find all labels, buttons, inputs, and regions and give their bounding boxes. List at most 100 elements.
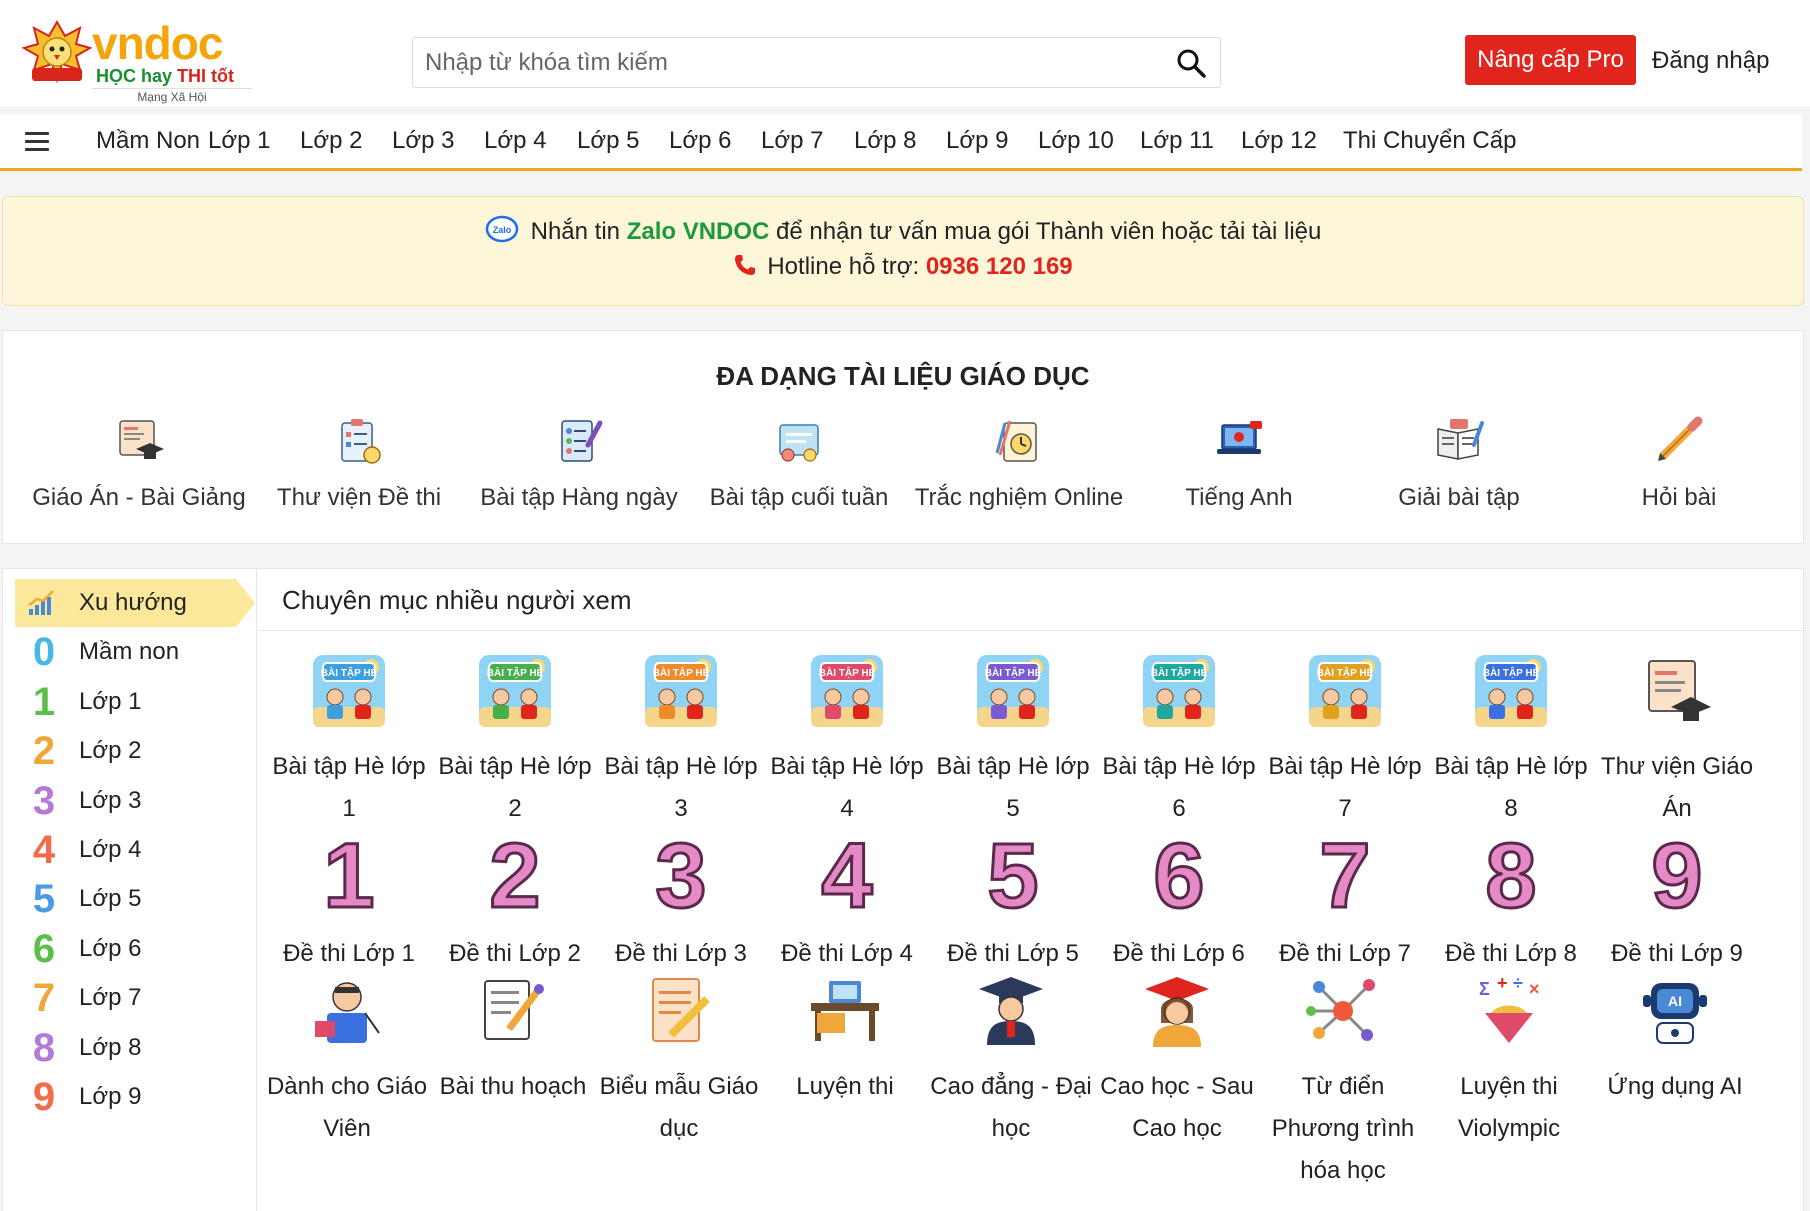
tile-label: Dành cho Giáo Viên — [266, 1073, 428, 1142]
sidebar-item-5[interactable]: 5 Lớp 5 — [15, 875, 255, 923]
tile-label: Bài tập Hè lớp 7 — [1268, 753, 1422, 822]
nav-item-13[interactable]: Lớp 12 — [1241, 127, 1317, 155]
sidebar-item-8[interactable]: 8 Lớp 8 — [15, 1024, 255, 1072]
nav-item-14[interactable]: Thi Chuyển Cấp — [1343, 127, 1516, 155]
summer-exercise-icon: BÀI TẬP HÈ — [977, 655, 1049, 727]
site-header: vndoc HỌC hay THI tốt Mạng Xã Hội Nâng c… — [0, 0, 1810, 106]
exam-grade-2[interactable]: 2 Đề thi Lớp 2 — [432, 829, 598, 975]
nav-item-1[interactable]: Mầm Non — [96, 127, 200, 155]
hotline-label: Hotline hỗ trợ: — [767, 253, 926, 280]
sidebar-item-3[interactable]: 3 Lớp 3 — [15, 777, 255, 825]
sidebar-item-4[interactable]: 4 Lớp 4 — [15, 826, 255, 874]
sidebar-item-1[interactable]: 1 Lớp 1 — [15, 678, 255, 726]
exam-grade-8[interactable]: 8 Đề thi Lớp 8 — [1428, 829, 1594, 975]
tile-label: Luyện thi Violympic — [1457, 1073, 1561, 1142]
summer-exercise-grade-8[interactable]: BÀI TẬP HÈ Bài tập Hè lớp 8 — [1428, 653, 1594, 830]
graduate-girl-tile[interactable]: Cao học - Sau Cao học — [1094, 973, 1260, 1150]
zalo-notice: Zalo Nhắn tin Zalo VNDOC để nhận tư vấn … — [2, 196, 1804, 306]
summer-exercise-grade-4[interactable]: BÀI TẬP HÈ Bài tập Hè lớp 4 — [764, 653, 930, 830]
nav-item-6[interactable]: Lớp 5 — [577, 127, 639, 155]
exam-grade-1[interactable]: 1 Đề thi Lớp 1 — [266, 829, 432, 975]
teacher-tile[interactable]: Dành cho Giáo Viên — [264, 973, 430, 1150]
category-tieng-anh[interactable]: Tiếng Anh — [1129, 415, 1349, 512]
summer-exercise-grade-2[interactable]: BÀI TẬP HÈ Bài tập Hè lớp 2 — [432, 653, 598, 830]
sidebar-item-2[interactable]: 2 Lớp 2 — [15, 727, 255, 775]
category-hoi-bai[interactable]: Hỏi bài — [1569, 415, 1789, 512]
exam-grade-7[interactable]: 7 Đề thi Lớp 7 — [1262, 825, 1428, 975]
nav-item-10[interactable]: Lớp 9 — [946, 127, 1008, 155]
molecule-tile[interactable]: Từ điển Phương trình hóa học — [1260, 973, 1426, 1192]
summer-exercise-grade-5[interactable]: BÀI TẬP HÈ Bài tập Hè lớp 5 — [930, 653, 1096, 830]
nav-item-2[interactable]: Lớp 1 — [208, 127, 270, 155]
exam-grade-3[interactable]: 3 Đề thi Lớp 3 — [598, 829, 764, 975]
login-link[interactable]: Đăng nhập — [1652, 47, 1769, 75]
sidebar-item-7[interactable]: 7 Lớp 7 — [15, 974, 255, 1022]
logo-tagline-part2: THI tốt — [177, 66, 235, 86]
nav-item-12[interactable]: Lớp 11 — [1140, 127, 1214, 155]
category-label: Trắc nghiệm Online — [914, 484, 1124, 511]
category-giao-an[interactable]: Giáo Án - Bài Giảng — [29, 415, 249, 512]
nav-item-3[interactable]: Lớp 2 — [300, 127, 362, 155]
lesson-plan-icon — [119, 420, 164, 459]
ai-robot-tile[interactable]: AI Ứng dụng AI — [1592, 973, 1758, 1108]
nav-item-11[interactable]: Lớp 10 — [1038, 127, 1114, 155]
site-logo[interactable]: vndoc HỌC hay THI tốt Mạng Xã Hội — [22, 16, 252, 104]
nav-item-9[interactable]: Lớp 8 — [854, 127, 916, 155]
report-tile[interactable]: Bài thu hoạch — [430, 973, 596, 1108]
sidebar-item-trending[interactable]: Xu hướng — [15, 579, 255, 627]
sidebar-item-label: Lớp 6 — [79, 934, 142, 962]
sidebar-item-label: Lớp 4 — [79, 836, 142, 863]
grade-7-number-icon: 7 — [1318, 825, 1372, 927]
svg-text:÷: ÷ — [1513, 973, 1523, 993]
upgrade-pro-button[interactable]: Nâng cấp Pro — [1465, 35, 1636, 85]
grade-number-icon: 3 — [32, 778, 56, 823]
category-giai-bai-tap[interactable]: Giải bài tập — [1349, 415, 1569, 512]
form-tile[interactable]: Biểu mẫu Giáo dục — [596, 973, 762, 1150]
graduate-tile[interactable]: Cao đẳng - Đại học — [928, 973, 1094, 1150]
tile-label: Biểu mẫu Giáo dục — [599, 1073, 759, 1142]
trending-chart-icon — [28, 590, 54, 615]
nav-item-5[interactable]: Lớp 4 — [484, 127, 546, 155]
zalo-link[interactable]: Zalo VNDOC — [627, 218, 770, 245]
summer-exercise-grade-1[interactable]: BÀI TẬP HÈ Bài tập Hè lớp 1 — [266, 653, 432, 830]
sidebar-item-label: Lớp 1 — [79, 687, 142, 715]
tile-label: Đề thi Lớp 6 — [1113, 940, 1245, 967]
nav-item-4[interactable]: Lớp 3 — [392, 127, 454, 155]
hamburger-menu-icon[interactable] — [25, 132, 49, 152]
category-trac-nghiem-online[interactable]: Trắc nghiệm Online — [909, 415, 1129, 512]
summer-exercise-grade-6[interactable]: BÀI TẬP HÈ Bài tập Hè lớp 6 — [1096, 653, 1262, 830]
sidebar-item-0[interactable]: 0 Mầm non — [15, 628, 255, 676]
category-label: Bài tập Hàng ngày — [480, 484, 678, 511]
popular-header: Chuyên mục nhiều người xem — [258, 569, 1805, 631]
summer-exercise-grade-3[interactable]: BÀI TẬP HÈ Bài tập Hè lớp 3 — [598, 653, 764, 830]
exam-grade-4[interactable]: 4 Đề thi Lớp 4 — [764, 825, 930, 975]
search-box — [412, 37, 1221, 88]
badge-text: BÀI TẬP HÈ — [487, 666, 544, 679]
grade-number-icon: 9 — [32, 1075, 56, 1119]
category-bai-tap-hang-ngay[interactable]: Bài tập Hàng ngày — [469, 415, 689, 512]
tile-label: Cao đẳng - Đại học — [930, 1073, 1092, 1142]
sidebar-item-label: Lớp 2 — [79, 737, 142, 765]
search-icon[interactable] — [1176, 48, 1206, 78]
exam-grade-6[interactable]: 6 Đề thi Lớp 6 — [1096, 829, 1262, 975]
summer-exercise-grade-7[interactable]: BÀI TẬP HÈ Bài tập Hè lớp 7 — [1262, 653, 1428, 830]
search-input[interactable] — [425, 38, 1145, 87]
tile-label: Bài tập Hè lớp 3 — [604, 753, 758, 822]
exam-grade-9[interactable]: 9 Đề thi Lớp 9 — [1594, 825, 1760, 975]
tile-label: Bài tập Hè lớp 5 — [936, 753, 1090, 822]
nav-item-8[interactable]: Lớp 7 — [761, 127, 823, 155]
desk-tile[interactable]: Luyện thi — [762, 973, 928, 1108]
exam-grade-5[interactable]: 5 Đề thi Lớp 5 — [930, 829, 1096, 975]
category-thu-vien-de-thi[interactable]: Thư viện Đề thi — [249, 415, 469, 512]
lesson-library-tile[interactable]: Thư viện Giáo Án — [1594, 653, 1760, 830]
nav-item-7[interactable]: Lớp 6 — [669, 127, 731, 155]
grade-4-number-icon: 4 — [820, 825, 874, 927]
grade-9-number-icon: 9 — [1650, 825, 1704, 927]
sidebar-item-9[interactable]: 9 Lớp 9 — [15, 1073, 255, 1121]
main-nav: Mầm Non Lớp 1 Lớp 2 Lớp 3 Lớp 4 Lớp 5 Lớp 6 Lớp… — [0, 114, 1802, 171]
category-bai-tap-cuoi-tuan[interactable]: Bài tập cuối tuần — [689, 415, 909, 512]
hotline-number[interactable]: 0936 120 169 — [926, 253, 1073, 280]
svg-text:Σ: Σ — [1479, 979, 1490, 999]
sidebar-item-6[interactable]: 6 Lớp 6 — [15, 925, 255, 973]
math-tile[interactable]: Σ + ÷ × Luyện thi Violympic — [1426, 973, 1592, 1150]
